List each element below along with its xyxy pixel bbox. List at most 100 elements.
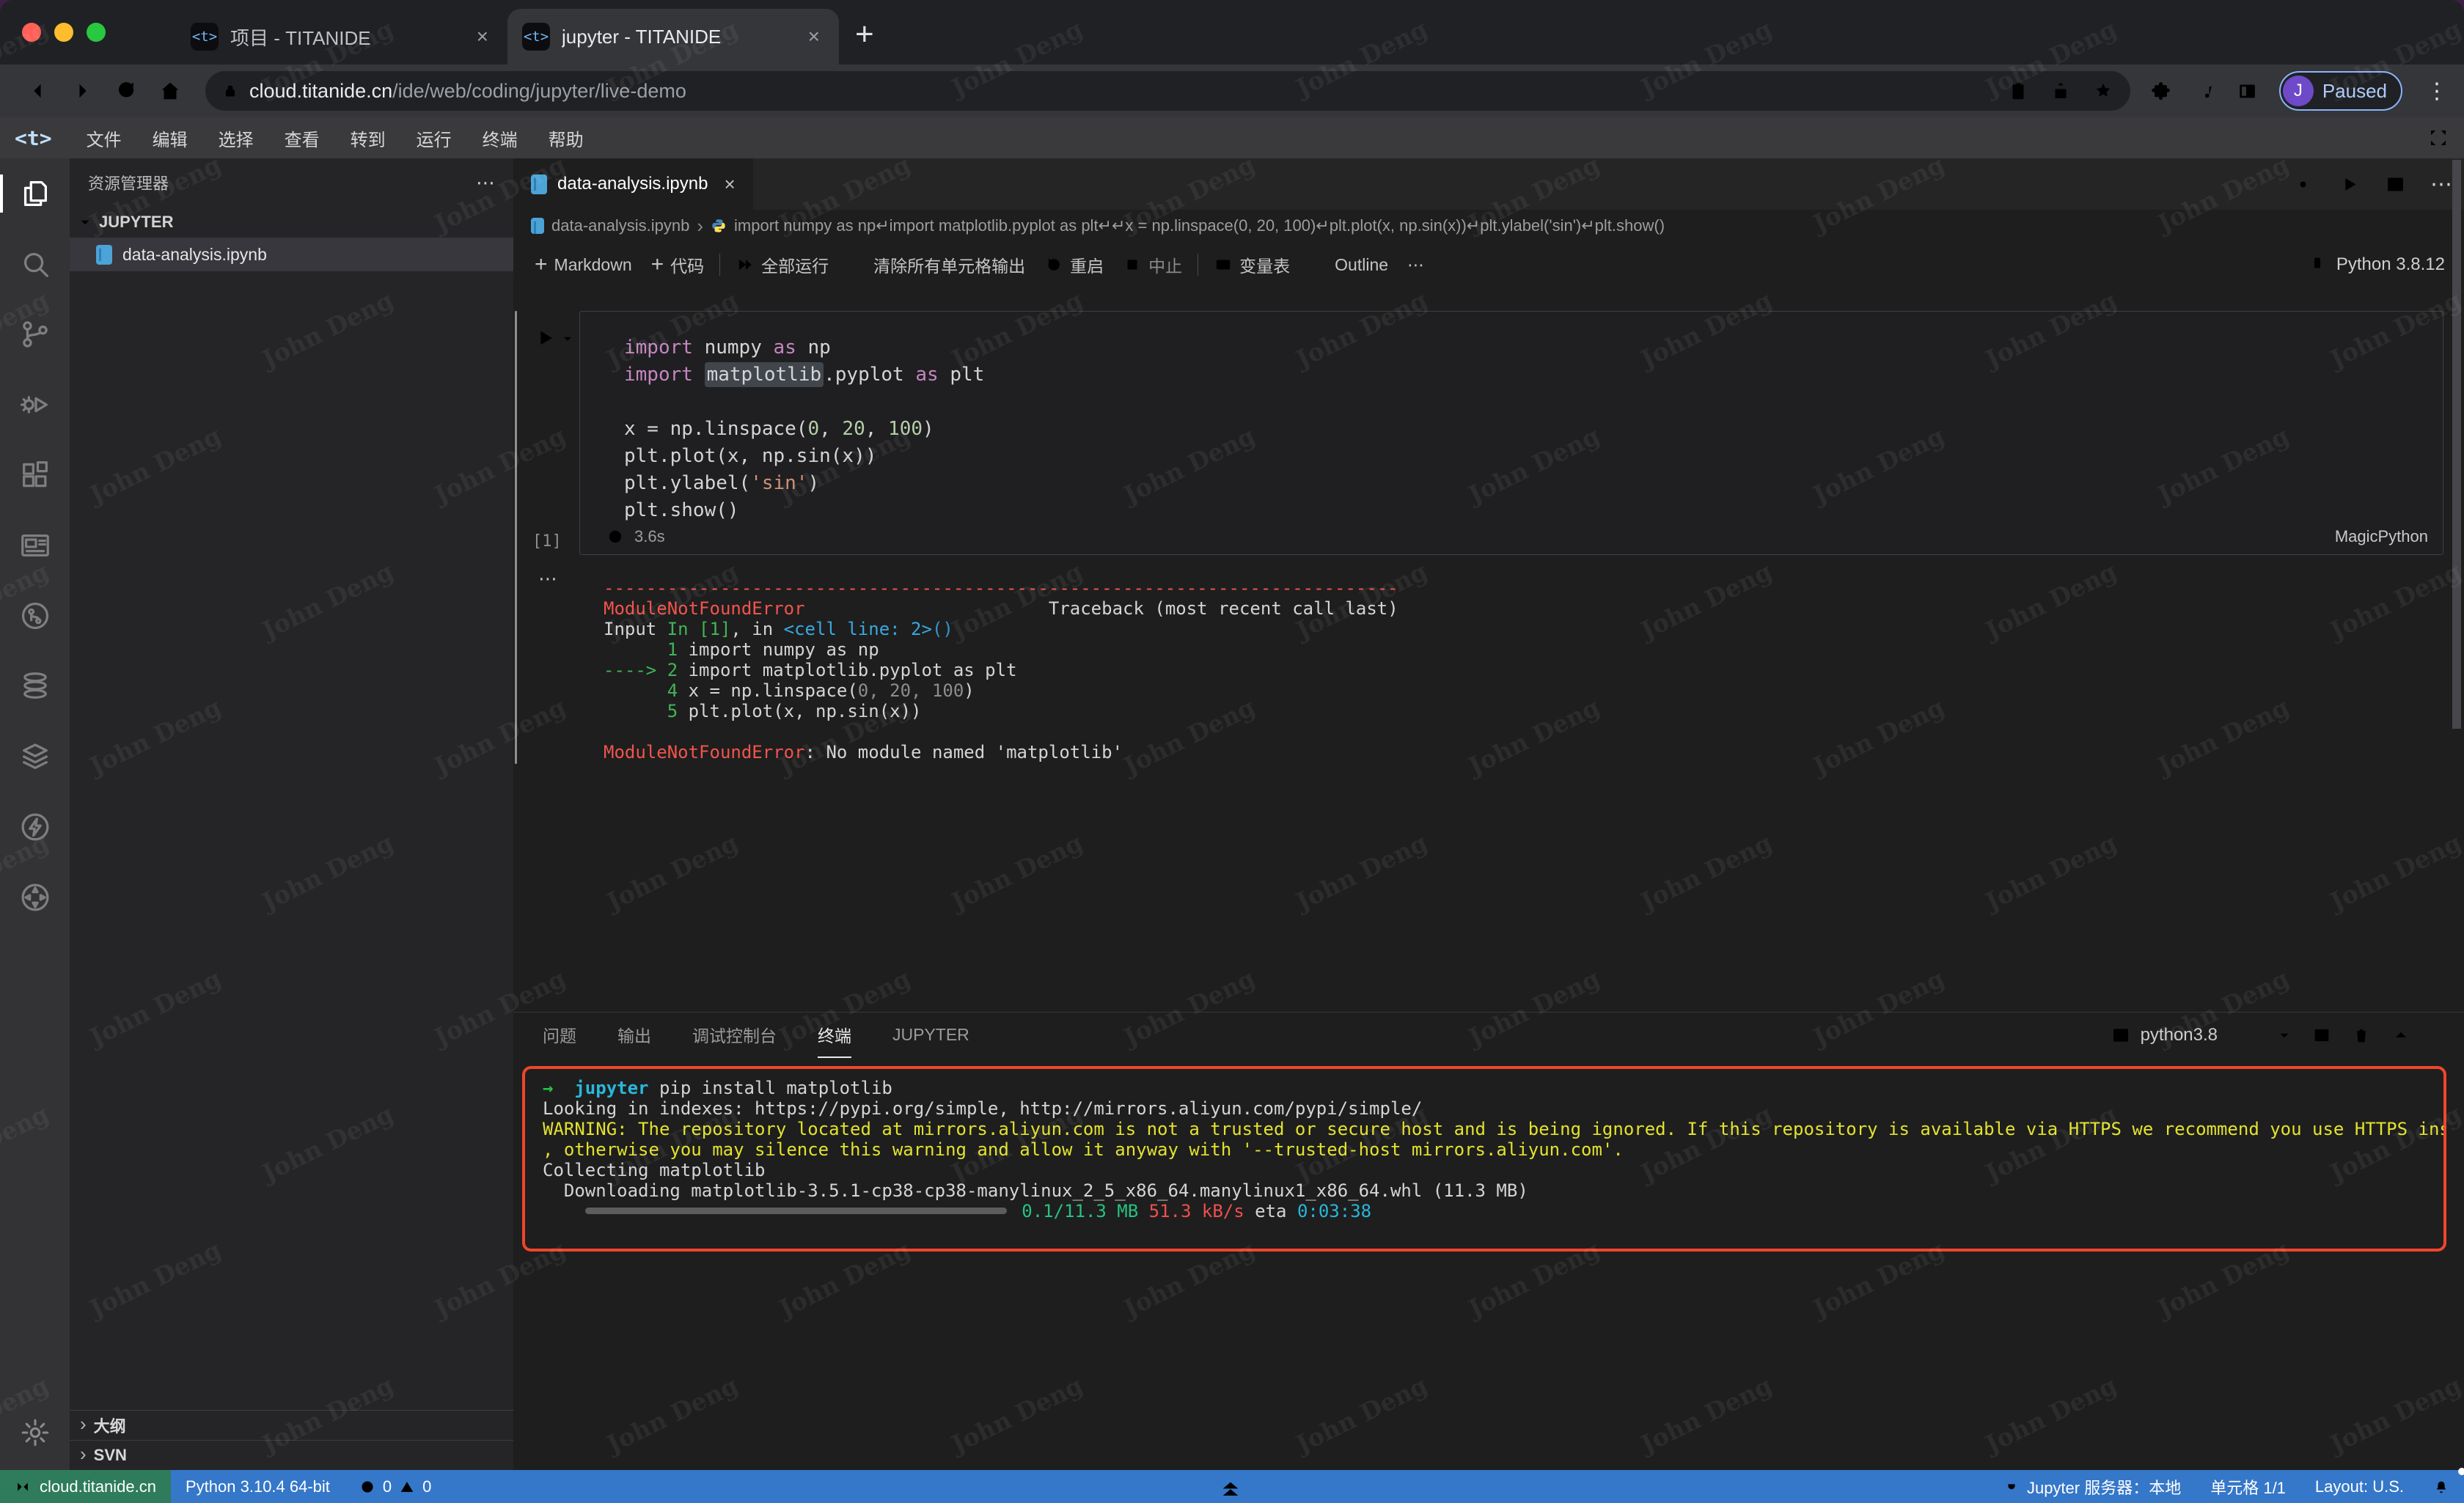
menu-item[interactable]: 帮助 (533, 125, 599, 151)
close-panel-icon[interactable] (2430, 1025, 2451, 1046)
add-markdown-button[interactable]: +Markdown (525, 249, 642, 281)
bookmark-star-icon[interactable] (2092, 80, 2114, 102)
menu-item[interactable]: 编辑 (137, 125, 203, 151)
outline-button[interactable]: Outline (1299, 249, 1398, 281)
panel-tab-JUPYTER[interactable]: JUPYTER (892, 1013, 969, 1058)
restart-kernel-button[interactable]: 重启 (1035, 249, 1113, 281)
activity-item-share-circle[interactable] (0, 581, 70, 651)
python-interpreter[interactable]: Python 3.10.4 64-bit (171, 1470, 345, 1503)
sidebar-section-大纲[interactable]: ›大纲 (70, 1410, 513, 1440)
editor-more-icon[interactable]: ⋯ (2430, 172, 2452, 197)
new-tab-button[interactable]: + (855, 16, 874, 53)
back-icon[interactable] (26, 78, 51, 103)
kill-terminal-icon[interactable] (2351, 1025, 2372, 1046)
sidebar-more-icon[interactable]: ⋯ (476, 172, 495, 194)
menu-item[interactable]: 文件 (71, 125, 137, 151)
browser-menu-icon[interactable]: ⋮ (2426, 78, 2448, 104)
reload-icon[interactable] (114, 78, 139, 103)
menu-item[interactable]: 终端 (467, 125, 533, 151)
share-icon[interactable] (2050, 80, 2072, 102)
sidebar-section-jupyter[interactable]: JUPYTER (70, 207, 513, 238)
side-panel-icon[interactable] (2236, 80, 2259, 103)
terminal-profile-selector[interactable]: python3.8 (2110, 1024, 2218, 1046)
home-icon[interactable] (158, 78, 183, 103)
cell-code[interactable]: import numpy as npimport matplotlib.pypl… (624, 337, 984, 526)
panel-tab-输出[interactable]: 输出 (617, 1013, 651, 1058)
interrupt-button[interactable]: 中止 (1113, 249, 1192, 281)
output-collapse-icon[interactable]: ⋯ (538, 567, 560, 590)
keyboard-layout-indicator[interactable]: Layout: U.S. (2300, 1470, 2419, 1503)
extensions-puzzle-icon[interactable] (2149, 80, 2172, 103)
sidebar-section-svn[interactable]: ›SVN (70, 1440, 513, 1470)
manage-gear-button[interactable] (0, 1407, 70, 1458)
activity-item-compass[interactable] (0, 862, 70, 933)
terminal-dropdown-icon[interactable] (2276, 1027, 2292, 1043)
address-bar[interactable]: cloud.titanide.cn /ide/web/coding/jupyte… (205, 71, 2130, 111)
activity-item-layers[interactable] (0, 721, 70, 792)
fullscreen-icon[interactable] (2427, 127, 2449, 149)
kernel-picker[interactable]: Python 3.8.12 (2307, 242, 2445, 287)
close-tab-icon[interactable]: × (804, 25, 824, 48)
add-code-button[interactable]: +代码 (642, 249, 714, 281)
run-all-button[interactable]: 全部运行 (726, 249, 838, 281)
activity-item-run-debug[interactable] (0, 370, 70, 440)
dock-reveal-icon[interactable] (1214, 1473, 1247, 1501)
variables-button[interactable]: 变量表 (1204, 249, 1299, 281)
lightning-icon (18, 810, 52, 844)
activity-item-extensions[interactable] (0, 440, 70, 510)
notebook-settings-gear-icon[interactable] (2292, 173, 2314, 196)
panel-tab-终端[interactable]: 终端 (818, 1013, 851, 1058)
close-tab-icon[interactable]: × (472, 25, 493, 48)
activity-item-files[interactable] (0, 158, 70, 229)
profile-button[interactable]: J Paused (2279, 71, 2402, 111)
close-window-button[interactable] (22, 23, 41, 42)
minimize-window-button[interactable] (54, 23, 73, 42)
panel-tab-调试控制台[interactable]: 调试控制台 (692, 1013, 777, 1058)
problems-indicator[interactable]: 0 0 (345, 1470, 447, 1503)
lock-icon[interactable] (221, 82, 239, 100)
menu-item[interactable]: 转到 (335, 125, 401, 151)
activity-item-database[interactable] (0, 651, 70, 721)
terminal-output[interactable]: → jupyter pip install matplotlibLooking … (543, 1078, 2426, 1221)
clear-outputs-button[interactable]: 清除所有单元格输出 (838, 249, 1035, 281)
run-notebook-icon[interactable] (2338, 173, 2361, 196)
sidebar-header: 资源管理器 ⋯ (70, 158, 513, 207)
breadcrumb-file[interactable]: data-analysis.ipynb (551, 216, 689, 235)
new-terminal-icon[interactable] (2237, 1025, 2257, 1046)
menu-item[interactable]: 运行 (401, 125, 467, 151)
toolbar-more-button[interactable]: ⋯ (1398, 249, 1434, 281)
remote-indicator[interactable]: cloud.titanide.cn (0, 1470, 171, 1503)
panel-tab-问题[interactable]: 问题 (543, 1013, 576, 1058)
reading-list-icon[interactable] (2193, 80, 2215, 103)
cell-language-mode[interactable]: MagicPython (2335, 527, 2428, 546)
jupyter-server-indicator[interactable]: Jupyter 服务器：本地 (1989, 1470, 2196, 1503)
close-tab-icon[interactable]: × (724, 173, 735, 196)
editor-actions: ⋯ (2292, 158, 2452, 210)
breadcrumb-code[interactable]: import numpy as np↵import matplotlib.pyp… (734, 216, 1665, 235)
cell-position-indicator[interactable]: 单元格 1/1 (2196, 1470, 2300, 1503)
zoom-window-button[interactable] (87, 23, 106, 42)
browser-tab[interactable]: <t>项目 - TITANIDE× (176, 9, 507, 65)
split-editor-icon[interactable] (2384, 173, 2407, 196)
media-kit-icon[interactable] (2007, 80, 2029, 102)
editor-tab-label: data-analysis.ipynb (557, 174, 708, 194)
menu-item[interactable]: 查看 (269, 125, 335, 151)
activity-item-preview[interactable] (0, 510, 70, 581)
activity-item-search[interactable] (0, 229, 70, 299)
activity-item-lightning[interactable] (0, 792, 70, 862)
editor-tab-data-analysis[interactable]: data-analysis.ipynb × (513, 158, 753, 210)
browser-tab[interactable]: <t>jupyter - TITANIDE× (507, 9, 839, 65)
text-line: 5 plt.plot(x, np.sin(x)) (604, 701, 1398, 721)
editor-scrollbar[interactable] (2452, 160, 2461, 729)
run-cell-icon[interactable] (532, 326, 557, 350)
maximize-panel-icon[interactable] (2391, 1025, 2411, 1046)
split-terminal-icon[interactable] (2311, 1025, 2332, 1046)
breadcrumb-separator: › (697, 215, 703, 238)
menu-item[interactable]: 选择 (203, 125, 269, 151)
notifications-bell-icon[interactable] (2419, 1470, 2464, 1503)
code-cell[interactable]: import numpy as npimport matplotlib.pypl… (579, 311, 2443, 555)
activity-item-source-control[interactable] (0, 299, 70, 370)
forward-icon[interactable] (70, 78, 95, 103)
file-item-data-analysis[interactable]: data-analysis.ipynb (70, 238, 513, 271)
run-cell-dropdown-icon[interactable] (560, 331, 575, 346)
